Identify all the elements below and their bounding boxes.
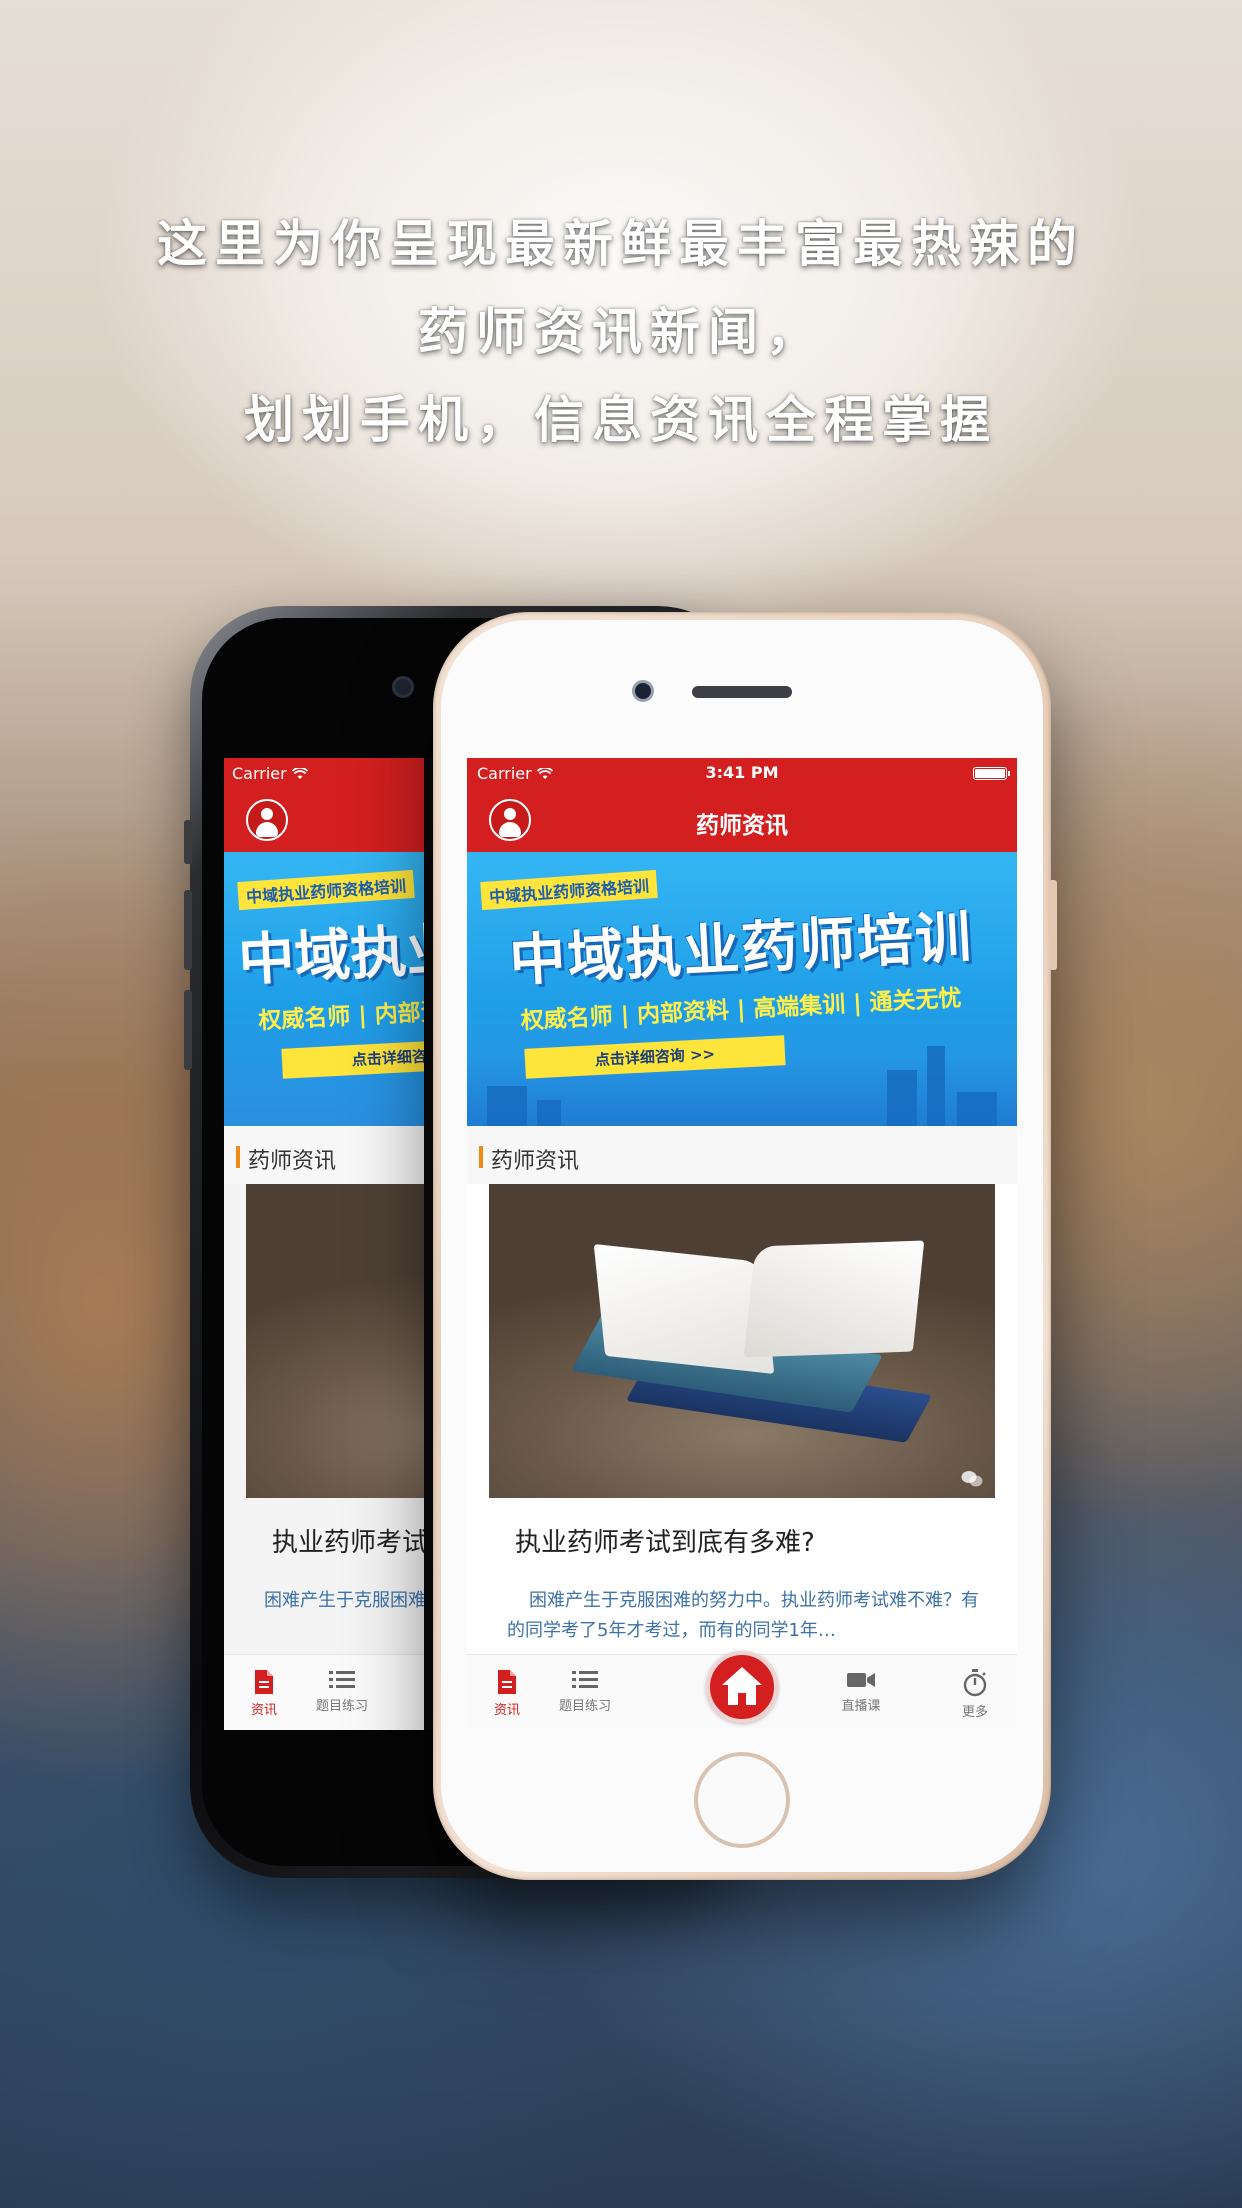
- promo-headline-line-3: 划划手机，信息资讯全程掌握: [244, 391, 998, 449]
- promo-banner[interactable]: 中域执业药师资格培训 中域执业药师培训 权威名师 | 内部资料 | 高端集训 |…: [467, 852, 1017, 1126]
- status-bar: Carrier 3:41 PM: [467, 758, 1017, 788]
- image-watermark: [961, 1470, 983, 1488]
- back-article-summary: 困难产生于克服困难的努力中。执业药师考试难不难？有的同学考了5年才考过，而有的同…: [264, 1590, 434, 1611]
- nav-bar: 药师资讯: [467, 788, 1017, 852]
- article-title[interactable]: 执业药师考试到底有多难?: [515, 1522, 815, 1559]
- back-status-bar: Carrier: [224, 758, 434, 788]
- back-tab-news[interactable]: 资讯: [224, 1669, 304, 1718]
- wifi-icon: [291, 767, 308, 779]
- tab-home-button[interactable]: [706, 1651, 778, 1723]
- tab-practice-label: 题目练习: [558, 1699, 611, 1714]
- document-icon: [498, 1670, 516, 1694]
- tab-more-label: 更多: [961, 1705, 988, 1720]
- back-phone-mute-switch: [184, 820, 192, 864]
- tab-bar: 资讯 题目练习 直播课 更多: [467, 1651, 1017, 1730]
- section-header: 药师资讯: [467, 1126, 1017, 1184]
- document-icon: [255, 1670, 273, 1694]
- section-label: 药师资讯: [491, 1149, 580, 1174]
- back-banner-cta[interactable]: 点击详细咨询 >>: [281, 1035, 434, 1079]
- promo-headline: 这里为你呈现最新鲜最丰富最热辣的 药师资讯新闻， 划划手机，信息资讯全程掌握: [0, 200, 1242, 464]
- article-summary: 困难产生于克服困难的努力中。执业药师考试难不难？有的同学考了5年才考过，而有的同…: [507, 1590, 979, 1641]
- back-phone-screen: Carrier 中域执业药师资格培训 中域执业药师培训 权威名师 | 内部资料 …: [224, 758, 434, 1730]
- back-phone-volume-down: [184, 990, 192, 1070]
- list-icon: [329, 1671, 355, 1688]
- video-camera-icon: [847, 1673, 875, 1687]
- back-banner-tag: 中域执业药师资格培训: [237, 869, 415, 911]
- back-section-header: 药师资讯: [224, 1126, 434, 1184]
- front-phone-power-button: [1049, 880, 1057, 970]
- status-time: 3:41 PM: [705, 763, 779, 782]
- tab-more[interactable]: 更多: [935, 1669, 1015, 1720]
- back-carrier-label: Carrier: [232, 764, 287, 783]
- section-accent-bar: [236, 1146, 240, 1168]
- back-tab-practice[interactable]: 题目练习: [302, 1669, 382, 1714]
- tab-news-label: 资讯: [493, 1703, 520, 1718]
- section-accent-bar: [479, 1146, 483, 1168]
- back-nav-bar: [224, 788, 434, 852]
- home-icon: [722, 1667, 762, 1705]
- app-screen: Carrier 3:41 PM 药师资讯 中域执业药师资格培训 中域执业药师培训…: [467, 758, 1017, 1730]
- tab-practice[interactable]: 题目练习: [545, 1669, 625, 1714]
- back-phone-camera: [392, 676, 414, 698]
- article-image[interactable]: [489, 1184, 995, 1498]
- back-avatar-button[interactable]: [246, 799, 288, 841]
- user-icon: [261, 808, 273, 820]
- page-title: 药师资讯: [696, 813, 788, 839]
- back-tab-bar: 资讯 题目练习: [224, 1654, 434, 1730]
- promo-headline-line-1: 这里为你呈现最新鲜最丰富最热辣的: [157, 215, 1085, 273]
- front-phone-camera: [632, 680, 654, 702]
- back-article-image[interactable]: [246, 1184, 434, 1498]
- back-section-label: 药师资讯: [248, 1149, 337, 1174]
- banner-tag: 中域执业药师资格培训: [480, 869, 658, 911]
- list-icon: [572, 1671, 598, 1688]
- phone-home-button: [694, 1752, 790, 1848]
- tab-live-class-label: 直播课: [841, 1699, 881, 1714]
- stopwatch-icon: [963, 1669, 987, 1697]
- tab-news[interactable]: 资讯: [467, 1669, 547, 1718]
- back-article-title[interactable]: 执业药师考试到底有多难?: [272, 1522, 434, 1559]
- tab-live-class[interactable]: 直播课: [821, 1669, 901, 1714]
- battery-icon: [973, 767, 1010, 780]
- back-phone-volume-up: [184, 890, 192, 970]
- back-promo-banner[interactable]: 中域执业药师资格培训 中域执业药师培训 权威名师 | 内部资料 | 高端集训 |…: [224, 852, 434, 1126]
- wechat-icon: [961, 1471, 983, 1487]
- promo-headline-line-2: 药师资讯新闻，: [418, 303, 824, 361]
- front-phone-speaker: [692, 686, 792, 698]
